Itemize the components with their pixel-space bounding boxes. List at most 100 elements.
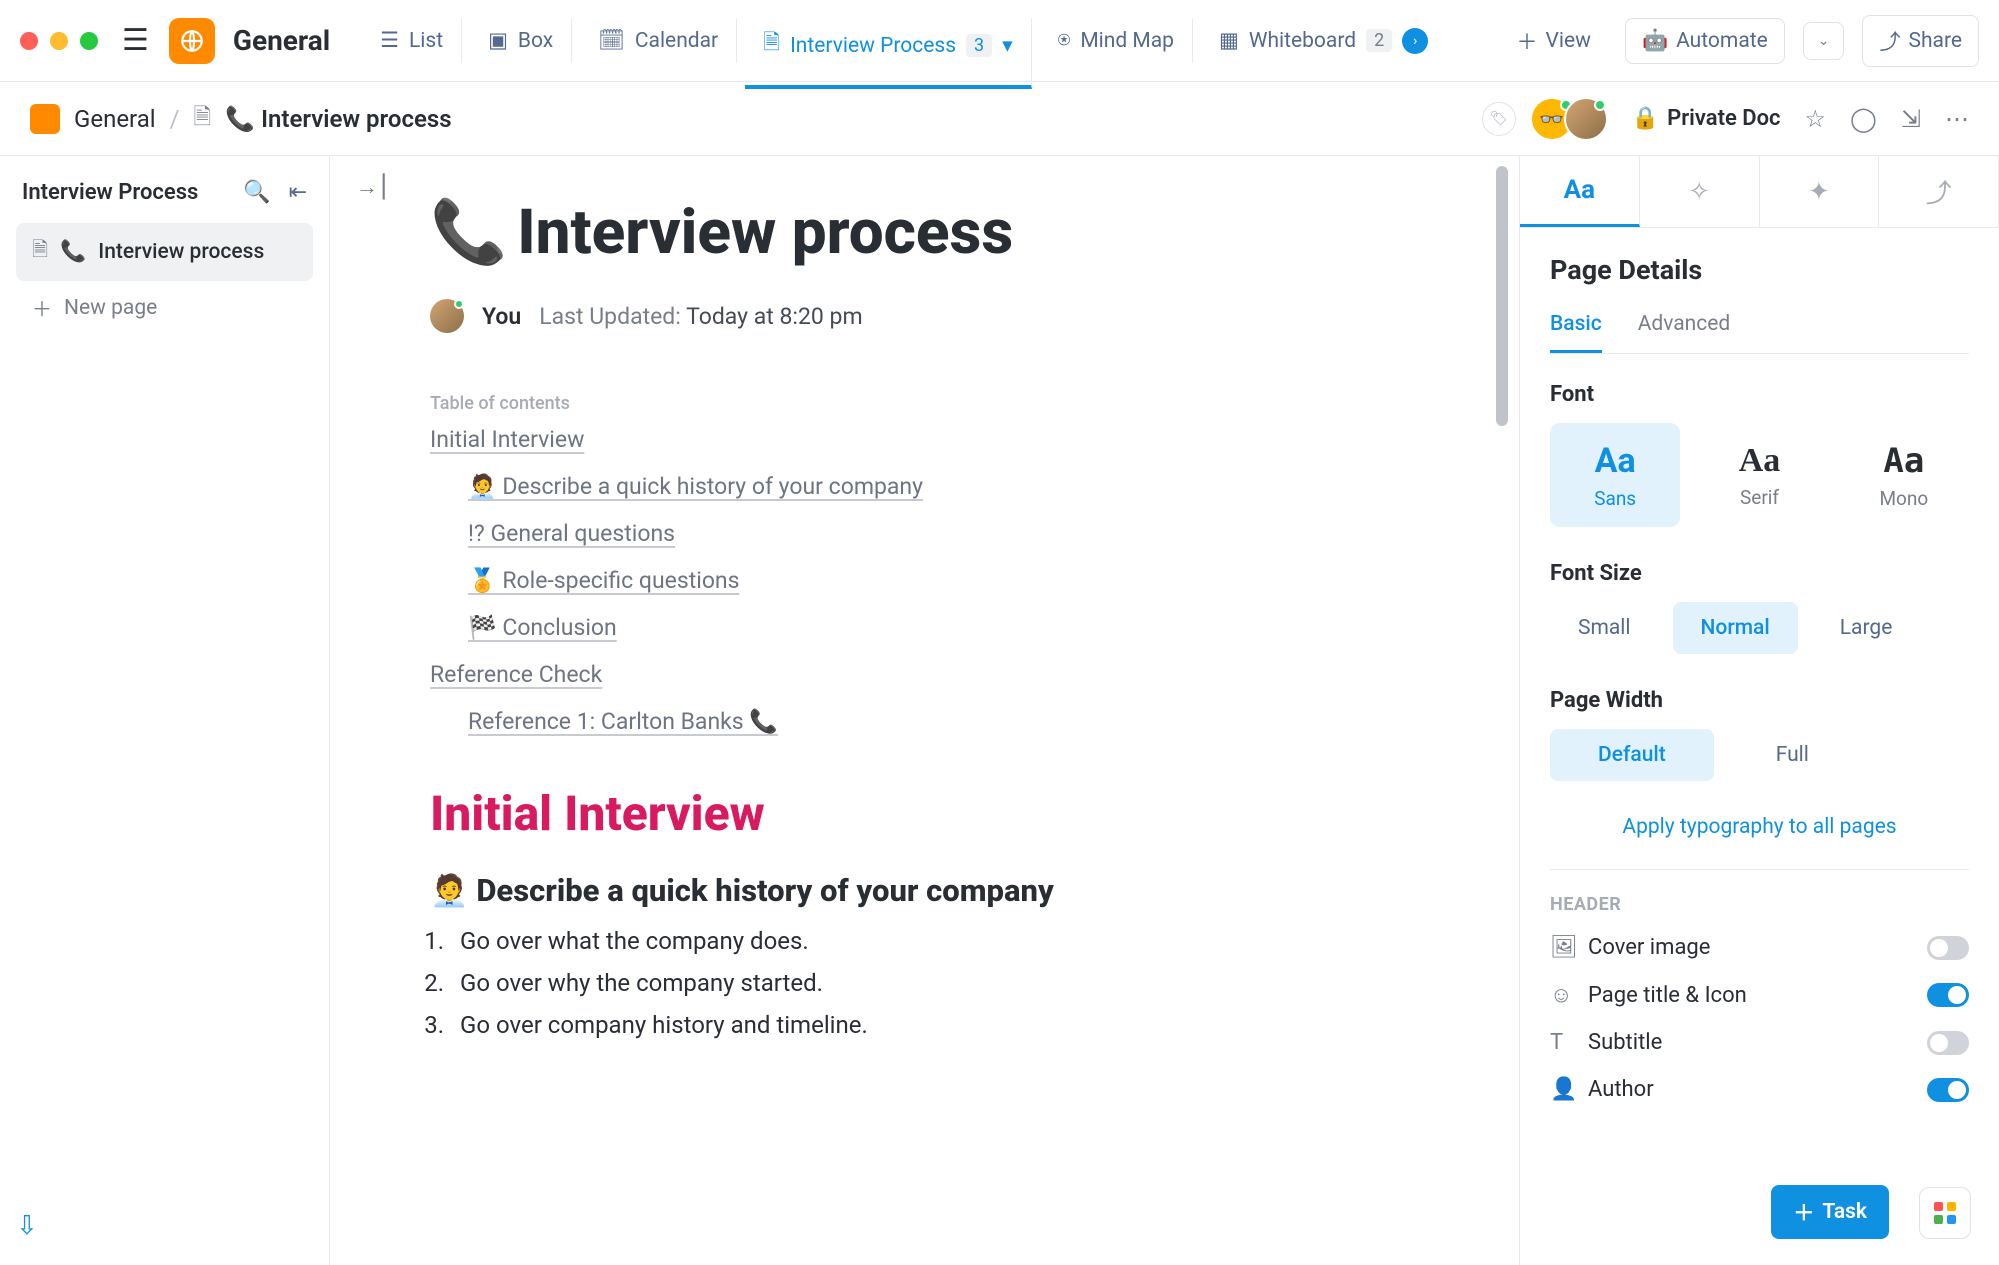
next-arrow-icon[interactable]: › [1402,28,1428,54]
privacy-indicator[interactable]: 🔒 Private Doc [1632,106,1781,131]
lock-icon: 🔒 [1632,106,1659,131]
share-button[interactable]: ⤴ Share [1862,15,1979,67]
download-icon[interactable]: ⇲ [1901,105,1921,133]
breadcrumb-root[interactable]: General [74,105,156,133]
toc-link[interactable]: Initial Interview [430,426,1449,453]
breadcrumb-doc[interactable]: 📞 Interview process [225,105,451,133]
tab-list[interactable]: ☰ List [362,18,462,63]
tab-label: Box [518,29,553,53]
tab-label: Whiteboard [1249,29,1356,53]
star-icon[interactable]: ☆ [1805,105,1827,133]
size-normal[interactable]: Normal [1673,602,1798,654]
window-close[interactable] [20,32,38,50]
expand-icon[interactable]: →⎮ [356,174,1495,200]
workspace-icon[interactable] [169,18,215,64]
doc-icon: 🗎 [763,28,780,63]
automate-button[interactable]: 🤖 Automate [1625,18,1785,64]
more-icon[interactable]: ⋯ [1945,105,1969,133]
toc-link[interactable]: Reference Check [430,661,1449,688]
chevron-down-icon[interactable]: ▾ [1002,33,1013,58]
apps-grid-button[interactable] [1919,1187,1971,1239]
tab-calendar[interactable]: 🗓 Calendar [580,19,737,63]
label: Automate [1676,29,1768,53]
automate-chevron[interactable]: ⌄ [1803,22,1845,60]
font-mono[interactable]: AaMono [1839,423,1969,527]
tab-box[interactable]: ▣ Box [470,18,572,63]
tab-interview-process[interactable]: 🗎 Interview Process 3 ▾ [745,18,1032,89]
title-emoji: 📞 [430,196,507,269]
panel-tab-relations[interactable]: ✧ [1640,156,1760,227]
tab-mind-map[interactable]: ⍟ Mind Map [1040,19,1193,63]
title-text: Interview process [517,196,1013,269]
panel-tab-typography[interactable]: Aa [1520,156,1640,227]
toggle[interactable] [1927,1078,1969,1102]
heading-history[interactable]: 🧑‍💼 Describe a quick history of your com… [430,872,1449,909]
tab-whiteboard[interactable]: ▦ Whiteboard 2 › [1201,18,1446,64]
collapse-icon[interactable]: ⇤ [289,180,307,205]
toggle-author: 👤 Author [1550,1077,1969,1102]
tab-label: Interview Process [790,34,956,58]
sidebar-item-interview-process[interactable]: 🗎 📞 Interview process [16,223,313,281]
tag-icon[interactable]: 🏷 [1482,102,1516,136]
label: Task [1822,1200,1867,1224]
size-large[interactable]: Large [1812,602,1921,654]
import-icon[interactable]: ⇩ [16,1211,313,1241]
details-tab-basic[interactable]: Basic [1550,312,1602,353]
list-item[interactable]: Go over company history and timeline. [450,1011,1449,1039]
panel-tab-export[interactable]: ⤴ [1879,156,1999,227]
breadcrumb-root-icon[interactable] [30,104,60,134]
user-icon: 👤 [1550,1077,1574,1102]
list-item[interactable]: Go over what the company does. [450,927,1449,955]
search-icon[interactable]: 🔍 [243,180,270,205]
doc-title[interactable]: 📞 Interview process [430,196,1449,269]
label: Page title & Icon [1588,983,1747,1008]
workspace-name[interactable]: General [233,24,330,57]
label: View [1546,29,1591,53]
doc-content: →⎮ 📞 Interview process You Last Updated:… [330,156,1519,1265]
toc-link[interactable]: Reference 1: Carlton Banks 📞 [468,708,1449,735]
toggle[interactable] [1927,1031,1969,1055]
label: Private Doc [1667,106,1780,131]
header-section-label: HEADER [1550,894,1969,915]
tab-badge: 2 [1366,29,1392,52]
new-page-button[interactable]: ＋ New page [16,281,313,334]
label: Cover image [1588,935,1710,960]
avatar-user-2[interactable] [1564,97,1608,141]
new-task-button[interactable]: ＋ Task [1771,1185,1889,1239]
mindmap-icon: ⍟ [1058,29,1071,53]
ordered-list[interactable]: Go over what the company does. Go over w… [450,927,1449,1039]
menu-icon[interactable]: ☰ [122,26,149,56]
view-tabs: ☰ List ▣ Box 🗓 Calendar 🗎 Interview Proc… [362,18,1488,64]
list-item[interactable]: Go over why the company started. [450,969,1449,997]
details-tab-advanced[interactable]: Advanced [1638,312,1731,353]
width-full[interactable]: Full [1728,729,1857,781]
toc-link[interactable]: 🧑‍💼 Describe a quick history of your com… [468,473,1449,500]
window-minimize[interactable] [50,32,68,50]
whiteboard-icon: ▦ [1219,28,1239,53]
apply-typography-link[interactable]: Apply typography to all pages [1550,815,1969,839]
comment-icon[interactable]: ◯ [1850,105,1877,133]
panel-tab-stats[interactable]: ✦ [1760,156,1880,227]
label: New page [64,296,157,320]
robot-icon: 🤖 [1642,29,1668,53]
add-view-button[interactable]: ＋ View [1501,16,1607,66]
page-icon: 🗎 [32,235,48,269]
width-default[interactable]: Default [1550,729,1714,781]
box-icon: ▣ [488,28,508,53]
label: Share [1908,29,1962,53]
tab-label: List [409,29,443,53]
page-width-label: Page Width [1550,688,1969,713]
toc-link[interactable]: !? General questions [468,520,1449,547]
doc-icon: 🗎 [194,100,212,138]
toggle[interactable] [1927,936,1969,960]
toc-link[interactable]: 🏁 Conclusion [468,614,1449,641]
size-small[interactable]: Small [1550,602,1659,654]
toggle[interactable] [1927,983,1969,1007]
font-serif[interactable]: AaSerif [1694,423,1824,527]
author-avatar[interactable] [430,299,464,333]
heading-initial-interview[interactable]: Initial Interview [430,785,1449,842]
scrollbar[interactable] [1496,166,1508,426]
font-sans[interactable]: AaSans [1550,423,1680,527]
window-zoom[interactable] [80,32,98,50]
toc-link[interactable]: 🏅 Role-specific questions [468,567,1449,594]
